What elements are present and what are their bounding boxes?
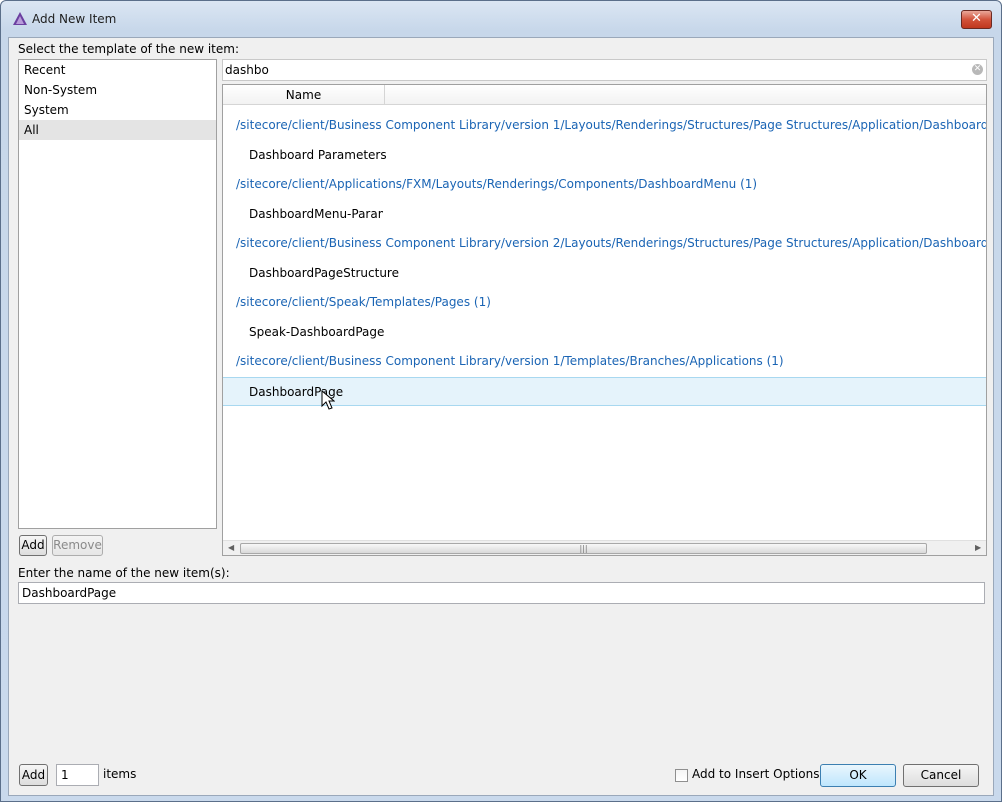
results-header: Name (223, 85, 986, 105)
name-prompt: Enter the name of the new item(s): (18, 566, 230, 580)
title-bar[interactable]: Add New Item ✕ (1, 1, 1001, 37)
window-title: Add New Item (32, 12, 117, 26)
result-item-row[interactable]: DashboardPageStructure (223, 259, 986, 289)
horizontal-scrollbar[interactable]: ◀ ||| ▶ (223, 540, 986, 555)
result-item-row[interactable]: DashboardMenu-Parame (223, 200, 383, 230)
remove-category-button[interactable]: Remove (52, 535, 103, 556)
result-item-row-selected[interactable]: DashboardPage (223, 376, 986, 406)
sitecore-logo-icon (13, 12, 27, 25)
category-item-recent[interactable]: Recent (19, 60, 216, 80)
search-value: dashbo (225, 63, 269, 77)
insert-options-label[interactable]: Add to Insert Options (692, 767, 819, 781)
dialog-body: Select the template of the new item: Rec… (8, 37, 994, 796)
result-path-row[interactable]: /sitecore/client/Business Component Libr… (223, 229, 986, 259)
category-list: Recent Non-System System All (18, 59, 217, 529)
column-header-name[interactable]: Name (223, 85, 385, 105)
result-path-row[interactable]: /sitecore/client/Applications/FXM/Layout… (223, 170, 986, 200)
cancel-button[interactable]: Cancel (903, 764, 979, 787)
template-prompt: Select the template of the new item: (18, 42, 239, 56)
insert-options-checkbox[interactable] (675, 769, 688, 782)
result-path-row[interactable]: /sitecore/client/Business Component Libr… (223, 347, 986, 377)
clear-search-icon[interactable]: ✕ (972, 64, 983, 75)
result-item-row[interactable]: Dashboard Parameters (223, 141, 986, 171)
mouse-pointer-icon (321, 390, 335, 410)
category-item-all[interactable]: All (19, 120, 216, 140)
result-path-row[interactable]: /sitecore/client/Business Component Libr… (223, 111, 986, 141)
add-items-button[interactable]: Add (19, 764, 48, 786)
ok-button[interactable]: OK (820, 764, 896, 787)
results-rows: /sitecore/client/Business Component Libr… (223, 111, 986, 406)
item-name-field[interactable]: DashboardPage (18, 582, 985, 604)
add-new-item-dialog: Add New Item ✕ Select the template of th… (0, 0, 1002, 802)
results-grid: Name /sitecore/client/Business Component… (222, 84, 987, 556)
item-count-field[interactable]: 1 (56, 764, 99, 786)
scroll-left-icon[interactable]: ◀ (228, 543, 234, 552)
scrollbar-thumb[interactable]: ||| (240, 543, 927, 554)
close-button[interactable]: ✕ (961, 10, 992, 29)
category-item-non-system[interactable]: Non-System (19, 80, 216, 100)
result-path-row[interactable]: /sitecore/client/Speak/Templates/Pages (… (223, 288, 986, 318)
scroll-right-icon[interactable]: ▶ (975, 543, 981, 552)
result-item-row[interactable]: Speak-DashboardPage (223, 318, 986, 348)
items-label: items (103, 767, 137, 781)
template-search-input[interactable]: dashbo ✕ (222, 59, 987, 81)
category-item-system[interactable]: System (19, 100, 216, 120)
add-category-button[interactable]: Add (19, 535, 47, 556)
